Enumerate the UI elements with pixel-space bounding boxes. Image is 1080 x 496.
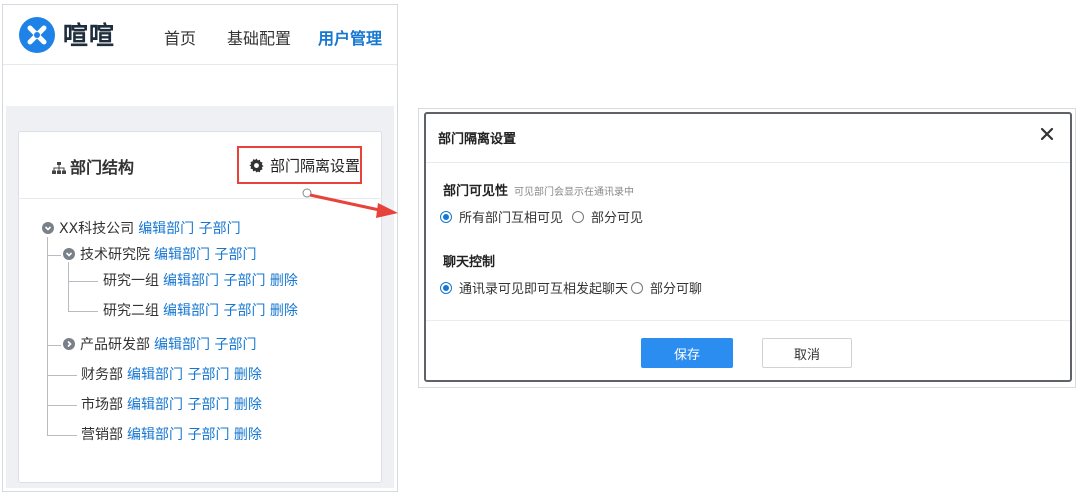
radio-unchecked[interactable]	[572, 210, 584, 223]
tree-node-rd2: 研究二组 编辑部门 子部门 删除	[103, 301, 298, 321]
sub-dept-link[interactable]: 子部门	[214, 337, 256, 353]
gear-icon	[249, 157, 264, 173]
collapse-toggle-icon[interactable]	[42, 222, 54, 234]
save-button[interactable]: 保存	[641, 338, 733, 368]
sub-dept-link[interactable]: 子部门	[187, 367, 229, 383]
sub-dept-link[interactable]: 子部门	[214, 247, 256, 263]
dialog-header-divider	[426, 162, 1070, 163]
tree-node-root: XX科技公司 编辑部门 子部门	[42, 219, 241, 239]
chat-section-title: 聊天控制	[443, 255, 496, 270]
edit-dept-link[interactable]: 编辑部门	[163, 303, 219, 319]
tree-branch	[68, 281, 98, 282]
dept-name: XX科技公司	[59, 221, 135, 237]
radio-label: 部分可见	[591, 211, 644, 226]
chat-option-partial[interactable]: 部分可聊	[631, 278, 702, 297]
sub-dept-link[interactable]: 子部门	[223, 303, 265, 319]
visibility-hint: 可见部门会显示在通讯录中	[514, 187, 635, 198]
edit-dept-link[interactable]: 编辑部门	[163, 273, 219, 289]
callout-arrow	[302, 188, 398, 218]
tree-branch	[47, 405, 77, 406]
app-name: 喧喧	[63, 21, 116, 50]
chat-option-all[interactable]: 通讯录可见即可互相发起聊天	[440, 278, 628, 297]
sub-dept-link[interactable]: 子部门	[187, 427, 229, 443]
tree-line-root	[47, 237, 48, 436]
edit-dept-link[interactable]: 编辑部门	[138, 221, 194, 237]
visibility-title: 部门可见性	[443, 184, 509, 199]
tree-node-tech: 技术研究院 编辑部门 子部门	[63, 245, 256, 265]
tree-node-sales: 营销部 编辑部门 子部门 删除	[81, 425, 262, 445]
isolation-settings-dialog	[424, 112, 1072, 382]
radio-label: 所有部门互相可见	[459, 211, 564, 226]
dept-name: 营销部	[81, 427, 123, 443]
tree-node-market: 市场部 编辑部门 子部门 删除	[81, 395, 262, 415]
department-isolation-label: 部门隔离设置	[270, 156, 361, 175]
radio-checked[interactable]	[440, 281, 452, 294]
department-isolation-button[interactable]: 部门隔离设置	[237, 146, 362, 184]
org-structure-title: 部门结构	[52, 154, 134, 178]
dialog-footer-divider	[426, 320, 1070, 321]
delete-dept-link[interactable]: 删除	[234, 427, 262, 443]
edit-dept-link[interactable]: 编辑部门	[127, 427, 183, 443]
edit-dept-link[interactable]: 编辑部门	[154, 247, 210, 263]
dept-name: 市场部	[81, 397, 123, 413]
visibility-option-partial[interactable]: 部分可见	[572, 207, 643, 226]
visibility-section-title: 部门可见性 可见部门会显示在通讯录中	[443, 180, 634, 199]
top-navigation: 喧喧 首页 基础配置 用户管理	[3, 5, 397, 65]
sub-dept-link[interactable]: 子部门	[223, 273, 265, 289]
tree-branch	[47, 435, 77, 436]
radio-label: 部分可聊	[650, 282, 703, 297]
logo-icon	[19, 17, 55, 53]
cancel-button[interactable]: 取消	[762, 338, 852, 368]
nav-home[interactable]: 首页	[164, 25, 196, 49]
edit-dept-link[interactable]: 编辑部门	[154, 337, 210, 353]
org-structure-title-text: 部门结构	[70, 158, 135, 177]
tree-branch	[47, 375, 77, 376]
dept-name: 产品研发部	[80, 337, 150, 353]
delete-dept-link[interactable]: 删除	[234, 397, 262, 413]
radio-checked[interactable]	[440, 210, 452, 223]
nav-basic-config[interactable]: 基础配置	[227, 25, 291, 49]
tree-branch	[68, 311, 98, 312]
radio-unchecked[interactable]	[631, 281, 643, 294]
dialog-title: 部门隔离设置	[438, 132, 517, 147]
edit-dept-link[interactable]: 编辑部门	[127, 367, 183, 383]
tree-node-finance: 财务部 编辑部门 子部门 删除	[81, 365, 262, 385]
delete-dept-link[interactable]: 删除	[270, 273, 298, 289]
sub-dept-link[interactable]: 子部门	[199, 221, 241, 237]
tree-node-rd1: 研究一组 编辑部门 子部门 删除	[103, 271, 298, 291]
collapse-toggle-icon[interactable]	[63, 248, 75, 260]
tree-node-product: 产品研发部 编辑部门 子部门	[63, 335, 256, 355]
radio-label: 通讯录可见即可互相发起聊天	[459, 282, 629, 297]
visibility-option-all[interactable]: 所有部门互相可见	[440, 207, 563, 226]
sitemap-icon	[52, 162, 66, 174]
sub-dept-link[interactable]: 子部门	[187, 397, 229, 413]
tree-branch	[47, 345, 61, 346]
expand-toggle-icon[interactable]	[63, 338, 75, 350]
delete-dept-link[interactable]: 删除	[270, 303, 298, 319]
delete-dept-link[interactable]: 删除	[234, 367, 262, 383]
close-icon[interactable]	[1038, 125, 1056, 143]
tree-branch	[47, 255, 61, 256]
edit-dept-link[interactable]: 编辑部门	[127, 397, 183, 413]
nav-user-management[interactable]: 用户管理	[318, 25, 382, 49]
dept-name: 研究一组	[103, 273, 159, 289]
dept-name: 研究二组	[103, 303, 159, 319]
tree-line-tech	[68, 262, 69, 312]
dept-name: 技术研究院	[80, 247, 150, 263]
dept-name: 财务部	[81, 367, 123, 383]
